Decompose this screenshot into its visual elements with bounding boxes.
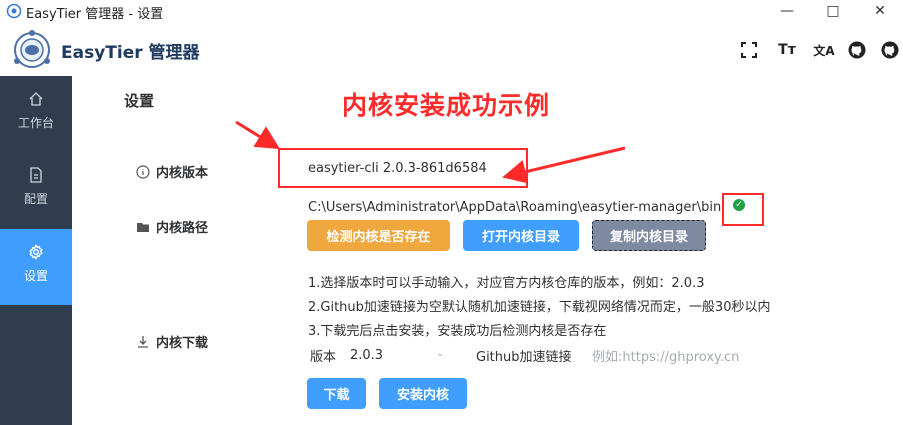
annotation-box [722,193,764,226]
github-icon[interactable] [846,39,868,61]
settings-page: 设置 内核安装成功示例 内核版本 easytier-cli 2.0.3-861d… [72,76,903,425]
version-value: easytier-cli 2.0.3-861d6584 [308,161,487,176]
sidebar-item-label: 配置 [23,192,48,206]
check-core-button[interactable]: 检测内核是否存在 [307,220,450,251]
download-note: 3.下载完后点击安装，安装成功后检测内核是否存在 [308,324,607,339]
download-note: 2.Github加速链接为空默认随机加速链接，下载视网络情况而定，一般30秒以内 [308,300,771,315]
fullscreen-icon[interactable] [738,39,760,61]
github-mirror-label: Github加速链接 [476,350,572,365]
chevron-down-icon[interactable]: ⌄ [436,348,444,359]
info-icon [136,164,150,179]
sidebar-item-settings[interactable]: 设置 [0,229,72,305]
app-header: EasyTier 管理器 Tт 文A [0,22,903,76]
check-icon: ✓ [733,199,745,211]
path-label-text: 内核路径 [156,221,209,236]
sidebar: 工作台 配置 设置 [0,76,72,425]
version-label: 内核版本 [136,162,208,181]
download-icon [136,335,150,349]
minimize-button[interactable]: — [764,0,810,22]
version-field-label: 版本 [310,350,337,365]
sidebar-item-dashboard[interactable]: 工作台 [0,76,72,152]
path-value: C:\Users\Administrator\AppData\Roaming\e… [308,200,722,215]
open-core-dir-button[interactable]: 打开内核目录 [463,220,579,251]
sidebar-item-config[interactable]: 配置 [0,152,72,228]
font-size-icon[interactable]: Tт [776,39,798,61]
sidebar-item-label: 工作台 [17,116,54,130]
path-label: 内核路径 [136,217,208,236]
install-core-button[interactable]: 安装内核 [379,378,467,409]
copy-core-dir-button[interactable]: 复制内核目录 [592,220,706,251]
home-icon [28,91,44,107]
download-button[interactable]: 下载 [307,378,366,409]
github-icon[interactable] [879,39,901,61]
maximize-button[interactable]: □ [810,0,856,22]
gear-icon [28,244,44,260]
config-file-icon [28,167,44,183]
version-select[interactable]: 2.0.3 [350,348,383,363]
version-label-text: 内核版本 [156,166,209,181]
window-title: EasyTier 管理器 - 设置 [26,7,164,22]
window-titlebar: EasyTier 管理器 - 设置 — □ ✕ [0,0,903,22]
download-label-text: 内核下载 [156,336,209,351]
github-mirror-input[interactable]: 例如:https://ghproxy.cn [592,346,739,365]
sidebar-item-label: 设置 [23,269,48,283]
translate-icon[interactable]: 文A [813,39,835,61]
logo-icon [10,28,54,72]
close-button[interactable]: ✕ [857,0,903,22]
download-note: 1.选择版本时可以手动输入，对应官方内核仓库的版本，例如：2.0.3 [308,276,705,291]
download-label: 内核下载 [136,332,208,351]
app-icon [6,3,22,19]
brand-title: EasyTier 管理器 [61,43,200,63]
folder-icon [136,220,150,234]
